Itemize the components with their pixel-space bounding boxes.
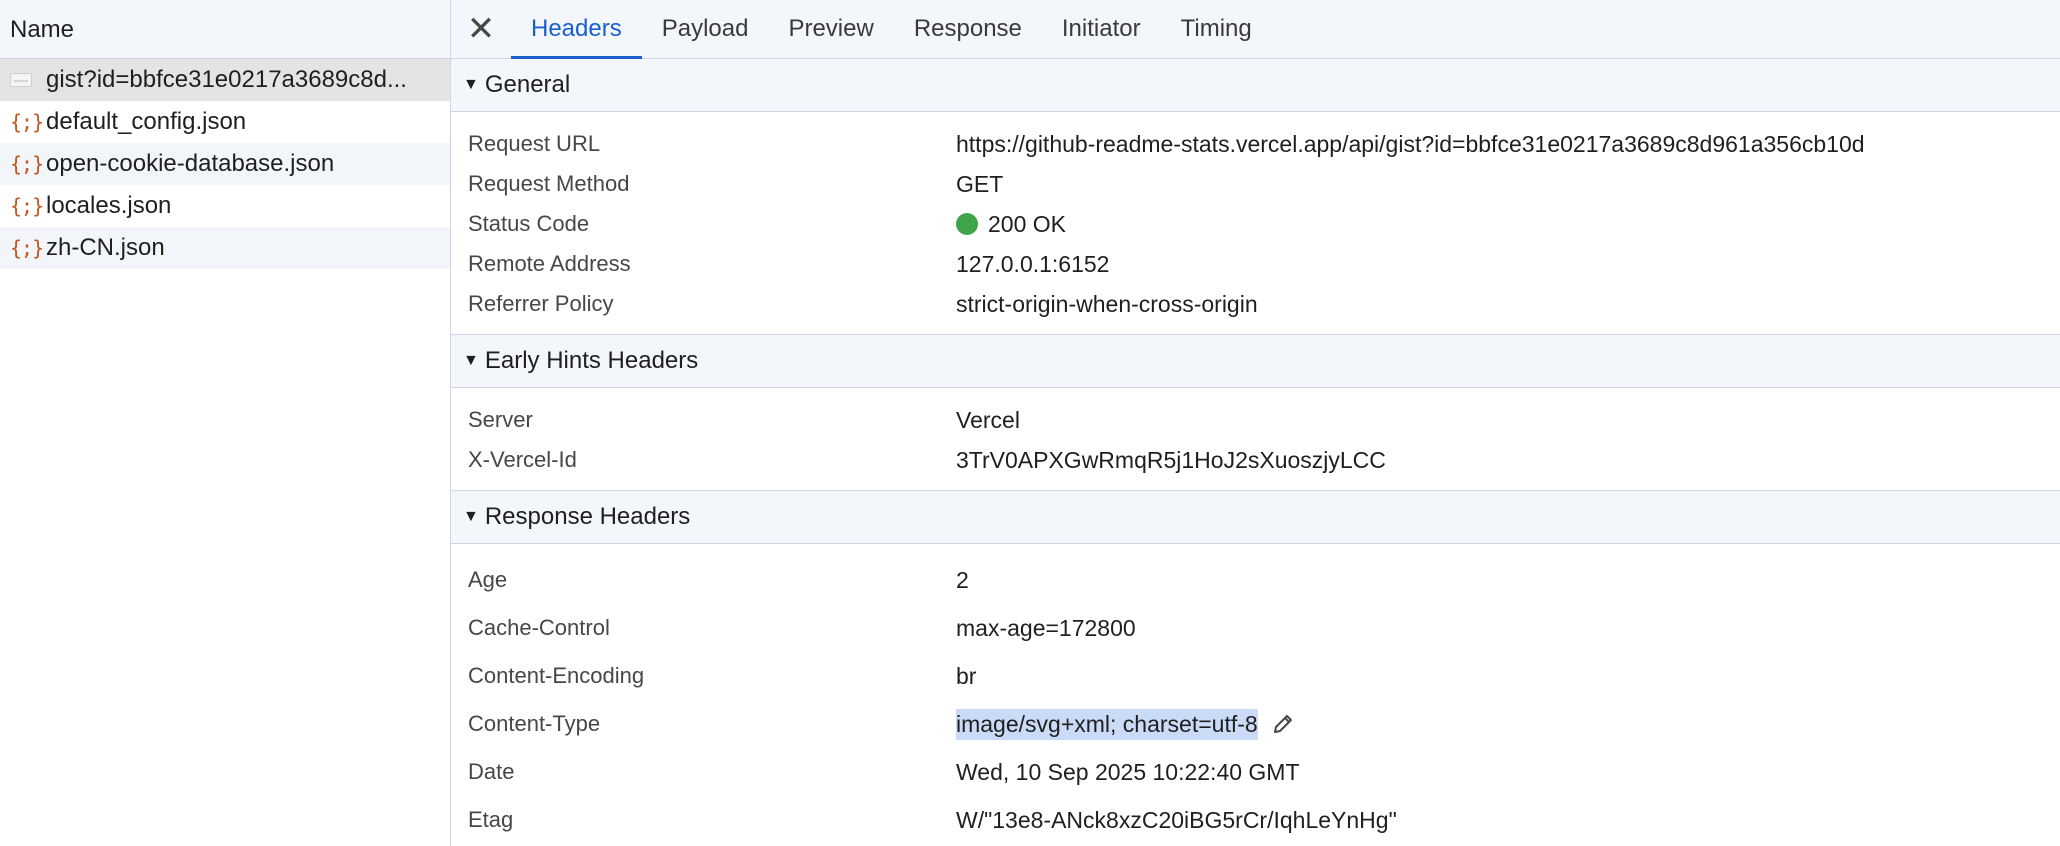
tab-response[interactable]: Response [894, 0, 1042, 58]
header-value[interactable]: br [956, 663, 976, 690]
header-value[interactable]: Wed, 10 Sep 2025 10:22:40 GMT [956, 759, 1300, 786]
tab-headers[interactable]: Headers [511, 0, 642, 59]
header-row: Date Wed, 10 Sep 2025 10:22:40 GMT [451, 748, 2060, 796]
section-title: General [484, 71, 571, 98]
triangle-down-icon: ▼ [463, 352, 479, 369]
triangle-down-icon: ▼ [463, 508, 479, 525]
header-key: Request Method [468, 171, 630, 196]
header-row: Remote Address 127.0.0.1:6152 [451, 244, 2060, 284]
request-name: zh-CN.json [46, 234, 165, 261]
header-value[interactable]: strict-origin-when-cross-origin [956, 291, 1258, 318]
header-key: Content-Type [468, 711, 601, 736]
json-icon: {;} [10, 236, 44, 260]
status-text: 200 OK [988, 210, 1066, 237]
header-key: Status Code [468, 211, 590, 236]
image-icon [10, 73, 40, 87]
header-key: Date [468, 759, 515, 784]
header-row: Etag W/"13e8-ANck8xzC20iBG5rCr/IqhLeYnHg… [451, 796, 2060, 844]
header-value[interactable]: https://github-readme-stats.vercel.app/a… [956, 131, 1865, 158]
early-hints-rows: Server Vercel X-Vercel-Id 3TrV0APXGwRmqR… [451, 388, 2060, 491]
header-value[interactable]: 127.0.0.1:6152 [956, 251, 1109, 278]
devtools-network-panel: Name gist?id=bbfce31e0217a3689c8d... {;}… [0, 0, 2060, 846]
header-value[interactable]: W/"13e8-ANck8xzC20iBG5rCr/IqhLeYnHg" [956, 807, 1397, 834]
tab-initiator[interactable]: Initiator [1042, 0, 1161, 58]
header-row: Status Code 200 OK [451, 204, 2060, 244]
header-row: Cache-Control max-age=172800 [451, 604, 2060, 652]
json-icon: {;} [10, 152, 44, 176]
request-row[interactable]: gist?id=bbfce31e0217a3689c8d... [0, 59, 450, 101]
section-title: Response Headers [484, 503, 691, 530]
header-key: Referrer Policy [468, 291, 614, 316]
response-headers-section-header[interactable]: ▼ Response Headers [451, 491, 2060, 544]
general-section-header[interactable]: ▼ General [451, 59, 2060, 112]
request-row[interactable]: {;} open-cookie-database.json [0, 143, 450, 185]
selected-text[interactable]: image/svg+xml; charset=utf-8 [956, 708, 1258, 740]
header-key: Etag [468, 807, 514, 832]
request-name: locales.json [46, 192, 172, 219]
status-value[interactable]: 200 OK [956, 211, 1066, 238]
pencil-icon[interactable] [1270, 711, 1296, 737]
general-rows: Request URL https://github-readme-stats.… [451, 112, 2060, 335]
request-list-pane: Name gist?id=bbfce31e0217a3689c8d... {;}… [0, 0, 451, 846]
header-row: Age 2 [451, 556, 2060, 604]
request-name: gist?id=bbfce31e0217a3689c8d... [46, 66, 407, 93]
tab-timing[interactable]: Timing [1161, 0, 1272, 58]
request-row[interactable]: {;} zh-CN.json [0, 227, 450, 269]
details-tab-bar: ✕ Headers Payload Preview Response Initi… [451, 0, 2060, 59]
header-key: Remote Address [468, 251, 631, 276]
header-row: Content-Encoding br [451, 652, 2060, 700]
header-row: Content-Type image/svg+xml; charset=utf-… [451, 700, 2060, 748]
header-key: Request URL [468, 131, 601, 156]
header-key: X-Vercel-Id [468, 447, 577, 472]
triangle-down-icon: ▼ [463, 76, 479, 93]
content-type-value[interactable]: image/svg+xml; charset=utf-8 [956, 708, 1296, 740]
header-value[interactable]: GET [956, 171, 1003, 198]
header-value[interactable]: 3TrV0APXGwRmqR5j1HoJ2sXuoszjyLCC [956, 447, 1386, 474]
header-row: Request Method GET [451, 164, 2060, 204]
header-row: Server Vercel [451, 400, 2060, 440]
header-value[interactable]: Vercel [956, 407, 1020, 434]
header-row: Request URL https://github-readme-stats.… [451, 124, 2060, 164]
close-icon[interactable]: ✕ [451, 0, 511, 58]
header-value[interactable]: max-age=172800 [956, 615, 1136, 642]
header-key: Server [468, 407, 533, 432]
request-row[interactable]: {;} locales.json [0, 185, 450, 227]
request-name: open-cookie-database.json [46, 150, 335, 177]
header-row: Referrer Policy strict-origin-when-cross… [451, 284, 2060, 324]
header-key: Cache-Control [468, 615, 610, 640]
header-key: Content-Encoding [468, 663, 645, 688]
tab-payload[interactable]: Payload [642, 0, 769, 58]
name-column-header[interactable]: Name [0, 0, 450, 59]
header-row: X-Vercel-Id 3TrV0APXGwRmqR5j1HoJ2sXuoszj… [451, 440, 2060, 480]
early-hints-section-header[interactable]: ▼ Early Hints Headers [451, 335, 2060, 388]
section-title: Early Hints Headers [484, 347, 699, 374]
header-key: Age [468, 567, 508, 592]
response-headers-rows: Age 2 Cache-Control max-age=172800 Conte… [451, 544, 2060, 846]
tab-preview[interactable]: Preview [768, 0, 893, 58]
request-details-pane: ✕ Headers Payload Preview Response Initi… [451, 0, 2060, 846]
status-ok-icon [956, 213, 978, 235]
header-value[interactable]: 2 [956, 567, 969, 594]
request-name: default_config.json [46, 108, 247, 135]
json-icon: {;} [10, 110, 44, 134]
json-icon: {;} [10, 194, 44, 218]
request-row[interactable]: {;} default_config.json [0, 101, 450, 143]
